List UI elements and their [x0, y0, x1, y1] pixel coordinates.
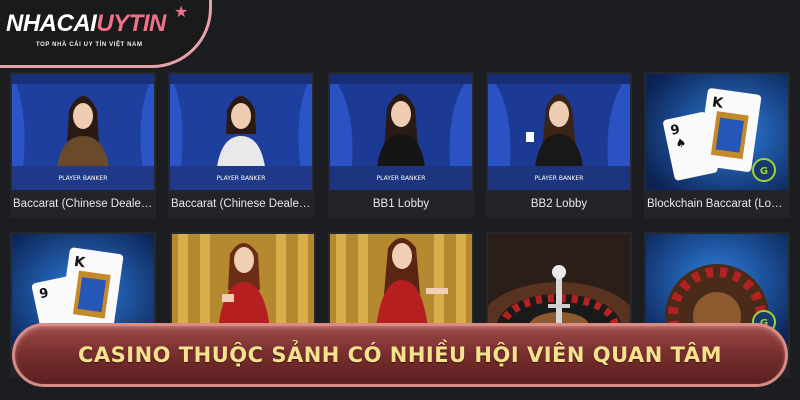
promo-banner: CASINO THUỘC SẢNH CÓ NHIỀU HỘI VIÊN QUAN…	[12, 323, 788, 387]
svg-text:G: G	[760, 166, 768, 177]
brand-logo[interactable]: NHACAIUYTIN ★ TOP NHÀ CÁI UY TÍN VIỆT NA…	[0, 0, 212, 68]
game-title: Baccarat (Chinese Dealer L...	[10, 190, 156, 218]
svg-text:PLAYER BANKER: PLAYER BANKER	[217, 175, 266, 182]
game-tile[interactable]: PLAYER BANKER Baccarat (Chinese Dealer L…	[10, 72, 156, 218]
dealer-thumbnail: PLAYER BANKER	[170, 74, 312, 190]
dealer-thumbnail: PLAYER BANKER	[488, 74, 630, 190]
game-tile[interactable]: 9 ♠ K G Blockchain Baccarat (Lobby...	[644, 72, 790, 218]
logo-wordmark: NHACAIUYTIN	[6, 10, 166, 37]
svg-text:PLAYER BANKER: PLAYER BANKER	[59, 175, 108, 182]
logo-tagline: TOP NHÀ CÁI UY TÍN VIỆT NAM	[36, 42, 143, 48]
svg-text:PLAYER BANKER: PLAYER BANKER	[377, 175, 426, 182]
dealer-thumbnail: PLAYER BANKER	[12, 74, 154, 190]
banner-title: CASINO THUỘC SẢNH CÓ NHIỀU HỘI VIÊN QUAN…	[77, 343, 723, 367]
cards-thumbnail: 9 ♠ K G	[646, 74, 788, 190]
dealer-thumbnail: PLAYER BANKER	[330, 74, 472, 190]
game-tile[interactable]: PLAYER BANKER Baccarat (Chinese Dealer L…	[168, 72, 314, 218]
game-title: BB2 Lobby	[486, 190, 632, 218]
game-title: Blockchain Baccarat (Lobby...	[644, 190, 790, 218]
star-icon: ★	[174, 4, 189, 21]
svg-text:PLAYER BANKER: PLAYER BANKER	[535, 175, 584, 182]
game-tile[interactable]: PLAYER BANKER BB2 Lobby	[486, 72, 632, 218]
game-tile[interactable]: PLAYER BANKER BB1 Lobby	[328, 72, 474, 218]
game-title: BB1 Lobby	[328, 190, 474, 218]
game-title: Baccarat (Chinese Dealer L...	[168, 190, 314, 218]
